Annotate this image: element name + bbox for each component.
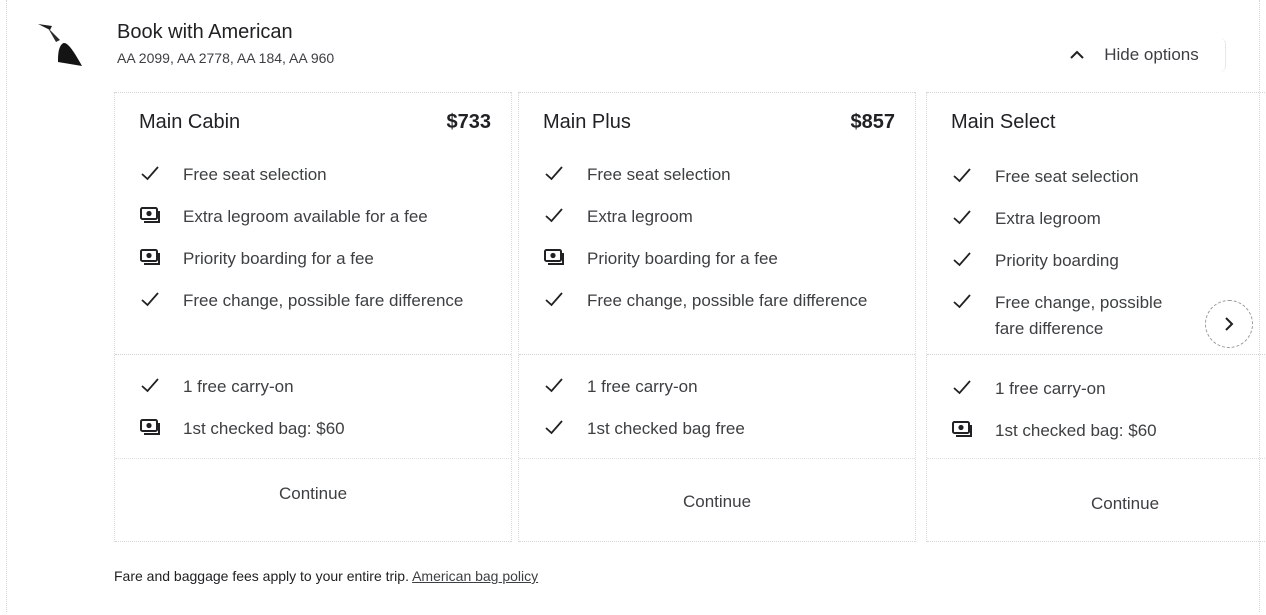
- fare-feature: Priority boarding for a fee: [139, 246, 469, 272]
- money-icon: [951, 418, 973, 440]
- fare-feature-text: Free change, possible fare difference: [183, 291, 464, 310]
- check-icon: [543, 374, 565, 396]
- fare-card: Main Cabin $733 Free seat selection Extra l…: [114, 92, 512, 542]
- check-icon: [543, 288, 565, 310]
- fare-feature: 1 free carry-on: [543, 374, 873, 400]
- fare-feature-text: Extra legroom available for a fee: [183, 207, 428, 226]
- fare-name: Main Cabin: [139, 111, 241, 133]
- airline-logo-icon: [38, 24, 82, 66]
- card-divider: [519, 354, 915, 355]
- check-icon: [951, 248, 973, 270]
- money-icon: [139, 416, 161, 438]
- fare-feature-text: Free seat selection: [587, 165, 731, 184]
- fare-price: $733: [446, 111, 492, 133]
- card-divider: [927, 354, 1266, 355]
- fare-feature: 1 free carry-on: [139, 374, 469, 400]
- fare-feature: Free change, possible fare difference: [951, 290, 1181, 342]
- fare-feature: 1 free carry-on: [951, 376, 1181, 402]
- fare-footer: Fare and baggage fees apply to your enti…: [114, 568, 538, 584]
- fare-feature: Free seat selection: [139, 162, 469, 188]
- fare-feature: Extra legroom: [543, 204, 873, 230]
- fare-feature-text: 1 free carry-on: [995, 379, 1106, 398]
- fare-feature-text: Priority boarding: [995, 251, 1119, 270]
- money-icon: [139, 204, 161, 226]
- fare-feature-text: 1st checked bag: $60: [995, 421, 1157, 440]
- check-icon: [139, 162, 161, 184]
- fare-feature: Free change, possible fare difference: [543, 288, 873, 314]
- fare-price: $857: [850, 111, 896, 133]
- chevron-up-icon: [1070, 50, 1084, 59]
- check-icon: [543, 162, 565, 184]
- fare-feature-text: Priority boarding for a fee: [587, 249, 778, 268]
- fare-feature: Free seat selection: [951, 164, 1181, 190]
- fare-feature-text: Free change, possible fare difference: [995, 293, 1163, 338]
- flight-numbers: AA 2099, AA 2778, AA 184, AA 960: [117, 50, 335, 66]
- fare-feature-text: 1 free carry-on: [587, 377, 698, 396]
- card-divider: [115, 354, 511, 355]
- continue-button[interactable]: Continue: [927, 494, 1266, 514]
- fare-feature-text: Priority boarding for a fee: [183, 249, 374, 268]
- fare-feature: 1st checked bag: $60: [139, 416, 469, 442]
- fare-feature-text: Free seat selection: [995, 167, 1139, 186]
- check-icon: [951, 376, 973, 398]
- check-icon: [543, 416, 565, 438]
- check-icon: [139, 288, 161, 310]
- check-icon: [951, 290, 973, 312]
- check-icon: [543, 204, 565, 226]
- continue-button[interactable]: Continue: [519, 492, 915, 512]
- fare-feature: 1st checked bag free: [543, 416, 873, 442]
- fare-feature-text: Free change, possible fare difference: [587, 291, 868, 310]
- card-divider: [115, 458, 511, 459]
- check-icon: [139, 374, 161, 396]
- fare-feature: Extra legroom available for a fee: [139, 204, 469, 230]
- check-icon: [951, 206, 973, 228]
- card-divider: [927, 458, 1266, 459]
- hide-options-label: Hide options: [1104, 45, 1199, 64]
- fare-feature: Free seat selection: [543, 162, 873, 188]
- fare-feature: Priority boarding: [951, 248, 1181, 274]
- footer-text: Fare and baggage fees apply to your enti…: [114, 568, 409, 584]
- fare-feature: Extra legroom: [951, 206, 1181, 232]
- fare-feature-text: 1 free carry-on: [183, 377, 294, 396]
- fare-feature-text: 1st checked bag: $60: [183, 419, 345, 438]
- bag-policy-link[interactable]: American bag policy: [412, 568, 538, 584]
- fare-feature-text: Extra legroom: [995, 209, 1101, 228]
- hide-options-button[interactable]: Hide options: [1042, 38, 1226, 72]
- chevron-right-icon: [1225, 317, 1234, 331]
- fare-card: Main Plus $857 Free seat selection Extra le…: [518, 92, 916, 542]
- card-divider: [519, 458, 915, 459]
- fare-feature: Priority boarding for a fee: [543, 246, 873, 272]
- fare-feature-text: 1st checked bag free: [587, 419, 745, 438]
- fare-feature: 1st checked bag: $60: [951, 418, 1181, 444]
- next-fares-button[interactable]: [1205, 300, 1253, 348]
- fare-feature: Free change, possible fare difference: [139, 288, 469, 314]
- fare-feature-text: Free seat selection: [183, 165, 327, 184]
- check-icon: [951, 164, 973, 186]
- fare-feature-text: Extra legroom: [587, 207, 693, 226]
- continue-button[interactable]: Continue: [115, 484, 511, 504]
- money-icon: [543, 246, 565, 268]
- money-icon: [139, 246, 161, 268]
- fare-name: Main Plus: [543, 111, 631, 133]
- fare-name: Main Select: [951, 111, 1056, 133]
- booking-title: Book with American: [117, 21, 293, 43]
